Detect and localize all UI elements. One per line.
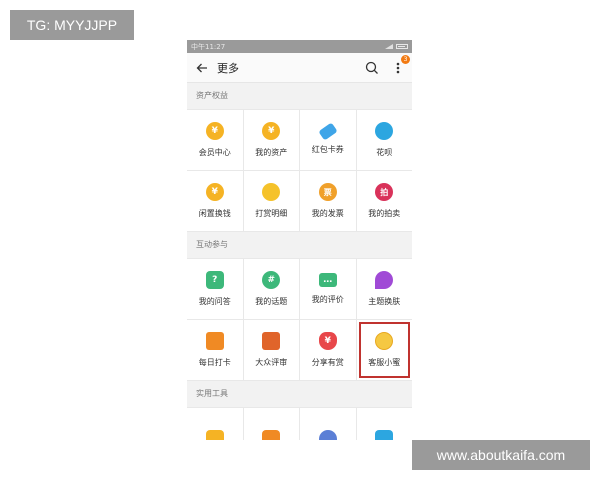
tool-blue-icon [375, 430, 394, 440]
assets-icon: ¥ [262, 122, 281, 140]
grid-item-label: 闲置换钱 [198, 209, 231, 218]
grid-item-label: 我的评价 [311, 295, 344, 304]
arrow-left-icon [196, 63, 207, 72]
tip-detail-icon [262, 183, 281, 201]
grid-item-label: 分享有赏 [311, 358, 344, 367]
qa-icon: ? [205, 271, 224, 289]
topic-icon: # [262, 271, 281, 289]
section-header: 实用工具 [187, 381, 412, 407]
coupon-icon [318, 121, 338, 141]
grid-interaction: ? 我的问答 # 我的话题 … 我的评价 主题换肤 每日打卡 大众评审 ¥ 分享有赏 客… [187, 258, 412, 381]
grid-item-tool-3[interactable] [300, 408, 356, 440]
back-button[interactable] [187, 53, 217, 83]
section-header: 资产权益 [187, 83, 412, 109]
grid-item-label: 打赏明细 [255, 209, 288, 218]
grid-item-label: 我的资产 [255, 148, 288, 157]
grid-item-tip-detail[interactable]: 打赏明细 [243, 171, 299, 231]
more-menu-button[interactable]: 3 [388, 55, 410, 78]
customer-service-icon [375, 332, 394, 350]
grid-item-label: 主题换肤 [368, 297, 401, 306]
grid-item-label: 我的发票 [311, 209, 344, 218]
grid-item-idle-exchange[interactable]: ¥ 闲置换钱 [187, 171, 243, 231]
tool-yellow-icon [205, 430, 224, 440]
watermark-top: TG: MYYJJPP [10, 10, 134, 40]
auction-icon: 拍 [375, 183, 394, 201]
share-reward-icon: ¥ [318, 332, 337, 350]
search-icon [365, 61, 378, 74]
grid-item-my-topics[interactable]: # 我的话题 [243, 259, 299, 319]
grid-item-member-center[interactable]: ¥ 会员中心 [187, 110, 243, 170]
idle-exchange-icon: ¥ [205, 183, 224, 201]
watermark-bottom: www.aboutkaifa.com [412, 440, 590, 470]
grid-item-my-assets[interactable]: ¥ 我的资产 [243, 110, 299, 170]
theme-icon [375, 271, 394, 289]
grid-item-public-review[interactable]: 大众评审 [243, 320, 299, 380]
battery-icon [396, 44, 408, 49]
daily-checkin-icon [205, 332, 224, 350]
grid-item-label: 我的问答 [198, 297, 231, 306]
grid-item-huabei[interactable]: 花呗 [356, 110, 412, 170]
grid-item-label: 每日打卡 [198, 358, 231, 367]
section-tools: 实用工具 [187, 381, 412, 440]
tool-hex-icon [318, 430, 337, 440]
more-vertical-icon [396, 62, 400, 74]
grid-item-theme[interactable]: 主题换肤 [356, 259, 412, 319]
grid-item-my-qa[interactable]: ? 我的问答 [187, 259, 243, 319]
grid-item-coupons[interactable]: 红包卡券 [300, 110, 356, 170]
huabei-icon [375, 122, 394, 140]
grid-item-label: 会员中心 [198, 148, 231, 157]
public-review-icon [262, 332, 281, 350]
signal-icon [385, 44, 393, 49]
grid-item-tool-2[interactable] [243, 408, 299, 440]
grid-item-label: 我的话题 [255, 297, 288, 306]
grid-item-label: 客服小蜜 [368, 358, 401, 367]
search-button[interactable] [362, 58, 382, 78]
phone-screen: 中午11:27 更多 3 资产权益 ¥ 会员中心 ¥ 我的资产 红包卡券 花呗 … [187, 40, 412, 440]
grid-item-invoice[interactable]: 票我的发票 [300, 171, 356, 231]
invoice-icon: 票 [318, 183, 337, 201]
section-header: 互动参与 [187, 232, 412, 258]
grid-item-tool-1[interactable] [187, 408, 243, 440]
tool-orange-icon [262, 430, 281, 440]
grid-item-label: 红包卡券 [311, 144, 344, 154]
grid-item-customer-service[interactable]: 客服小蜜 [356, 320, 412, 380]
notification-badge: 3 [401, 55, 410, 64]
review-icon: … [318, 273, 337, 287]
grid-item-my-reviews[interactable]: … 我的评价 [300, 259, 356, 319]
grid-item-label: 大众评审 [255, 358, 288, 367]
grid-item-label: 我的拍卖 [368, 209, 401, 218]
grid-item-auction[interactable]: 拍我的拍卖 [356, 171, 412, 231]
app-bar: 更多 3 [187, 53, 412, 83]
page-title: 更多 [217, 61, 239, 75]
grid-tools [187, 407, 412, 440]
member-center-icon: ¥ [205, 122, 224, 140]
grid-assets: ¥ 会员中心 ¥ 我的资产 红包卡券 花呗 ¥ 闲置换钱 打赏明细 票我的发票 拍我的… [187, 109, 412, 232]
grid-item-label: 花呗 [376, 148, 393, 157]
section-interaction: 互动参与 ? 我的问答 # 我的话题 … 我的评价 主题换肤 每日打卡 大众评审 ¥ 分… [187, 232, 412, 381]
grid-item-daily-checkin[interactable]: 每日打卡 [187, 320, 243, 380]
grid-item-share-reward[interactable]: ¥ 分享有赏 [300, 320, 356, 380]
status-bar: 中午11:27 [187, 40, 412, 53]
status-icons [385, 44, 408, 49]
section-assets: 资产权益 ¥ 会员中心 ¥ 我的资产 红包卡券 花呗 ¥ 闲置换钱 打赏明细 票我的发… [187, 83, 412, 232]
grid-item-tool-4[interactable] [356, 408, 412, 440]
status-time: 中午11:27 [191, 42, 226, 51]
